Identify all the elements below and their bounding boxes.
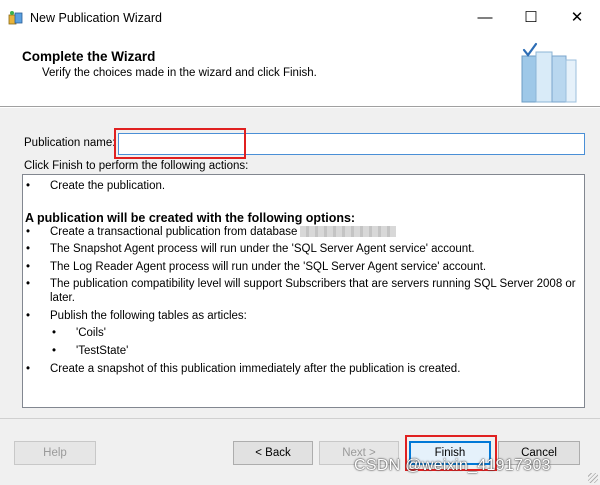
maximize-button[interactable]: ☐ [508,0,554,36]
bullet: • [26,363,31,375]
bullet: • [52,327,57,339]
bullet: • [26,261,31,273]
bullet: • [26,243,31,255]
action-publish-tables: Publish the following tables as articles… [50,310,247,322]
action-create-publication: Create the publication. [50,180,166,192]
wizard-app-icon [8,11,23,25]
wizard-header: Complete the Wizard Verify the choices m… [0,36,600,107]
publication-name-input[interactable] [118,133,585,155]
action-log-reader-agent: The Log Reader Agent process will run un… [50,261,487,273]
article-table-coils: 'Coils' [76,327,106,339]
help-button[interactable]: Help [14,441,96,465]
page-title: Complete the Wizard [22,49,156,64]
article-table-teststate: 'TestState' [76,345,129,357]
action-compat-level-cont: later. [50,292,75,304]
bullet: • [26,278,31,290]
minimize-button[interactable]: — [462,0,508,36]
title-bar: New Publication Wizard — ☐ ✕ [0,0,600,36]
close-button[interactable]: ✕ [554,0,600,36]
action-create-snapshot: Create a snapshot of this publication im… [50,363,461,375]
bullet: • [26,226,31,238]
publication-name-label: Publication name: [24,137,116,149]
redacted-database-name [300,226,397,238]
watermark: CSDN @weixin_41917303 [354,457,551,474]
page-subtitle: Verify the choices made in the wizard an… [42,67,317,79]
action-create-transactional: Create a transactional publication from … [50,226,298,238]
bullet: • [26,180,31,192]
back-button[interactable]: < Back [233,441,313,465]
bullet: • [52,345,57,357]
resize-grip[interactable] [588,473,598,483]
window-title: New Publication Wizard [30,11,162,25]
bullet: • [26,310,31,322]
actions-summary-box[interactable]: • Create the publication. A publication … [22,174,585,408]
books-checkmark-icon [521,42,577,103]
actions-label: Click Finish to perform the following ac… [24,160,249,172]
action-compat-level: The publication compatibility level will… [50,278,576,290]
button-separator [0,418,600,419]
wizard-body: Publication name: Click Finish to perfor… [0,108,600,485]
action-snapshot-agent: The Snapshot Agent process will run unde… [50,243,475,255]
options-heading: A publication will be created with the f… [25,211,356,225]
